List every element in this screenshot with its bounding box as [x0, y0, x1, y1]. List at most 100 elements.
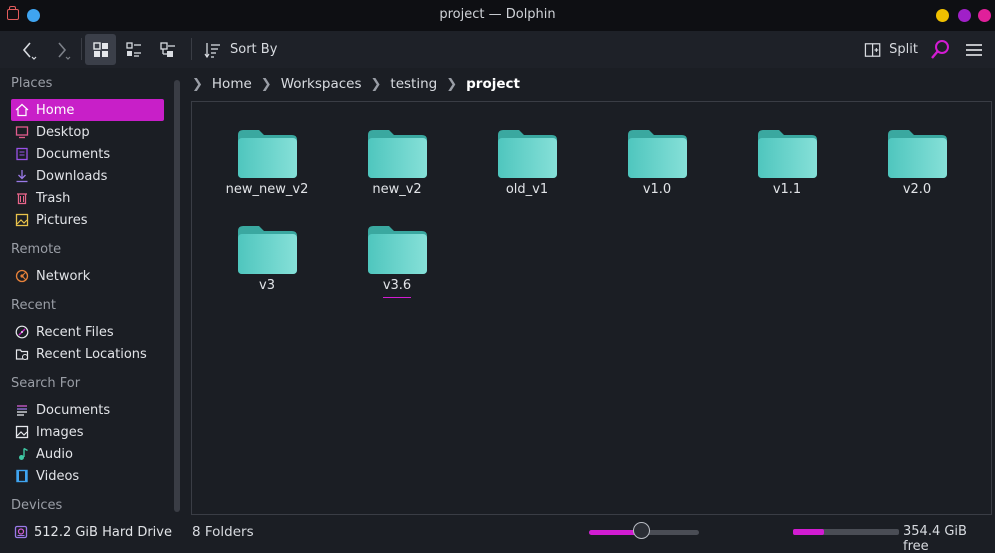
file-view[interactable]: new_new_v2 new_v2 old_v1 v1.0 v1.1 v2.0 …: [191, 101, 992, 515]
sidebar-item-audio[interactable]: Audio: [11, 443, 164, 465]
folder-item-focused[interactable]: v3.6: [332, 225, 462, 305]
folder-count-status: 8 Folders: [192, 524, 254, 540]
zoom-slider-handle[interactable]: [633, 522, 651, 539]
sidebar-item-label: Desktop: [36, 124, 90, 140]
chevron-right-icon: ❯: [370, 76, 382, 92]
documents-icon: [14, 146, 30, 162]
sort-by-button[interactable]: Sort By: [200, 34, 280, 65]
sidebar-item-recent-files[interactable]: Recent Files: [11, 321, 164, 343]
sidebar-item-recent-locations[interactable]: Recent Locations: [11, 343, 164, 365]
sidebar-item-label: Downloads: [36, 168, 108, 184]
disk-space-bar: [793, 529, 899, 535]
home-icon: [14, 102, 30, 118]
sidebar-item-documents[interactable]: Documents: [11, 143, 164, 165]
sidebar-item-network[interactable]: Network: [11, 265, 164, 287]
sort-by-label: Sort By: [230, 42, 278, 57]
breadcrumb-item-project[interactable]: ❯ project: [437, 76, 520, 92]
menu-button[interactable]: [960, 34, 988, 65]
recent-files-icon: [14, 324, 30, 340]
status-bar: 8 Folders 354.4 GiB free: [0, 517, 995, 553]
hamburger-menu-icon: [966, 43, 982, 56]
split-view-icon: [864, 42, 881, 57]
focus-underline: [383, 297, 411, 298]
folder-item[interactable]: v2.0: [852, 129, 982, 209]
sidebar-item-home[interactable]: Home: [11, 99, 164, 121]
downloads-icon: [14, 168, 30, 184]
videos-icon: [14, 468, 30, 484]
sidebar-item-label: Recent Files: [36, 324, 114, 340]
folder-name: v3.6: [382, 278, 412, 293]
sidebar-item-label: Network: [36, 268, 91, 284]
sidebar-item-label: Images: [36, 424, 84, 440]
minimize-button[interactable]: [936, 9, 949, 22]
toolbar: Sort By Split: [0, 31, 995, 68]
folder-icon: [238, 130, 297, 178]
sidebar-item-label: Pictures: [36, 212, 88, 228]
forward-button[interactable]: [46, 34, 78, 65]
title-bar: project — Dolphin: [0, 0, 995, 31]
disk-space-fill: [793, 529, 824, 535]
folder-name: v1.1: [772, 182, 802, 197]
details-view-button[interactable]: [152, 34, 183, 65]
sidebar-item-trash[interactable]: Trash: [11, 187, 164, 209]
breadcrumb-label: Home: [211, 76, 252, 92]
sidebar-item-desktop[interactable]: Desktop: [11, 121, 164, 143]
folder-name: new_v2: [372, 182, 422, 197]
sidebar-item-downloads[interactable]: Downloads: [11, 165, 164, 187]
folder-item[interactable]: new_v2: [332, 129, 462, 209]
sidebar-item-label: Documents: [36, 402, 111, 418]
folder-icon: [888, 130, 947, 178]
folder-icon: [238, 226, 297, 274]
sidebar-item-pictures[interactable]: Pictures: [11, 209, 164, 231]
folder-name: old_v1: [505, 182, 549, 197]
folder-item[interactable]: new_new_v2: [202, 129, 332, 209]
sidebar-item-label: Audio: [36, 446, 73, 462]
breadcrumb-label: project: [466, 76, 520, 92]
compact-view-button[interactable]: [118, 34, 149, 65]
folder-name: v1.0: [642, 182, 672, 197]
breadcrumb: ❯ Home ❯ Workspaces ❯ testing ❯ project: [192, 74, 520, 94]
chevron-right-icon: ❯: [192, 76, 203, 92]
sidebar-item-videos[interactable]: Videos: [11, 465, 164, 487]
section-recent: Recent: [11, 298, 56, 313]
network-icon: [14, 268, 30, 284]
sidebar-item-search-documents[interactable]: Documents: [11, 399, 164, 421]
recent-locations-icon: [14, 346, 30, 362]
sidebar-item-images[interactable]: Images: [11, 421, 164, 443]
places-panel: Places Home Desktop Documents Downloads …: [0, 70, 172, 553]
icons-view-button[interactable]: [85, 34, 116, 65]
toolbar-separator: [81, 38, 82, 60]
audio-icon: [14, 446, 30, 462]
sidebar-item-label: Videos: [36, 468, 80, 484]
toolbar-separator: [191, 38, 192, 60]
split-label: Split: [889, 42, 918, 57]
maximize-button[interactable]: [958, 9, 971, 22]
sidebar-item-label: Documents: [36, 146, 111, 162]
folder-icon: [498, 130, 557, 178]
folder-item[interactable]: old_v1: [462, 129, 592, 209]
folder-icon: [368, 130, 427, 178]
back-button[interactable]: [12, 34, 44, 65]
section-search-for: Search For: [11, 376, 81, 391]
folder-item[interactable]: v1.1: [722, 129, 852, 209]
search-icon: [931, 39, 949, 59]
split-button[interactable]: Split: [860, 34, 918, 65]
trash-icon: [14, 190, 30, 206]
folder-icon: [628, 130, 687, 178]
section-devices: Devices: [11, 498, 63, 513]
folder-item[interactable]: v3: [202, 225, 332, 305]
places-scrollbar[interactable]: [174, 80, 180, 512]
images-icon: [14, 424, 30, 440]
search-documents-icon: [14, 402, 30, 418]
free-space-label: 354.4 GiB free: [903, 524, 967, 553]
close-button[interactable]: [978, 9, 991, 22]
folder-name: v2.0: [902, 182, 932, 197]
sidebar-item-label: Home: [36, 102, 75, 118]
breadcrumb-item-workspaces[interactable]: ❯ Workspaces: [252, 76, 362, 92]
folder-item[interactable]: v1.0: [592, 129, 722, 209]
section-places: Places: [11, 76, 53, 91]
search-button[interactable]: [926, 34, 954, 65]
back-arrow-icon: [22, 41, 37, 60]
breadcrumb-item-home[interactable]: ❯ Home: [192, 76, 252, 92]
breadcrumb-item-testing[interactable]: ❯ testing: [362, 76, 438, 92]
